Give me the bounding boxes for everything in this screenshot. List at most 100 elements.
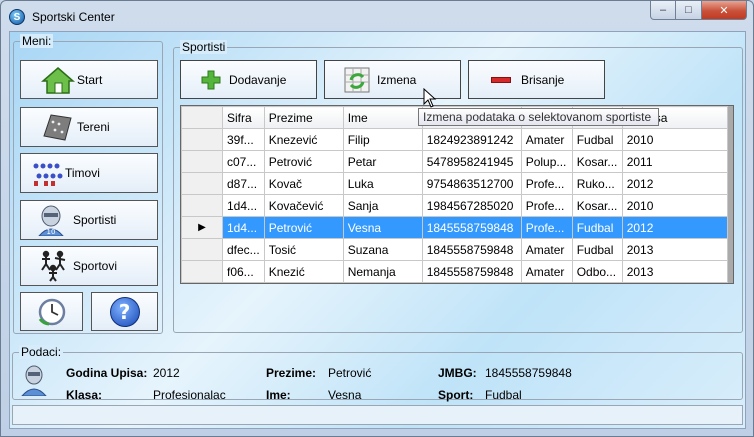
cell-sport[interactable]: Fudbal <box>571 128 623 151</box>
cell-jmbg[interactable]: 1845558759848 <box>421 216 522 239</box>
cell-jmbg[interactable]: 1984567285020 <box>421 194 522 217</box>
cell-prezime[interactable]: Kovačević <box>263 194 344 217</box>
cell-sport[interactable]: Kosar... <box>571 150 623 173</box>
menu-start-button[interactable]: Start <box>20 60 158 99</box>
cell-sport[interactable]: Fudbal <box>571 216 623 239</box>
cell-prezime[interactable]: Knezić <box>263 260 344 283</box>
cell-jmbg[interactable]: 1845558759848 <box>421 238 522 261</box>
app-icon[interactable]: S <box>9 9 25 25</box>
cell-klasa[interactable]: Profe... <box>520 194 573 217</box>
add-button-label: Dodavanje <box>229 72 287 87</box>
cell-sifra[interactable]: 39f... <box>222 128 265 151</box>
window-title: Sportski Center <box>32 10 115 24</box>
column-header[interactable]: Prezime <box>263 106 344 129</box>
cell-godina[interactable]: 2011 <box>621 150 728 173</box>
sportisti-group-label: Sportisti <box>180 40 228 54</box>
maximize-button[interactable]: □ <box>676 1 702 20</box>
status-bar <box>12 405 743 425</box>
cell-jmbg[interactable]: 5478958241945 <box>421 150 522 173</box>
cell-klasa[interactable]: Amater <box>520 128 573 151</box>
cell-sifra[interactable]: f06... <box>222 260 265 283</box>
cell-godina[interactable]: 2013 <box>621 238 728 261</box>
cell-ime[interactable]: Sanja <box>342 194 423 217</box>
cell-godina[interactable]: 2012 <box>621 172 728 195</box>
svg-text:10: 10 <box>47 228 56 236</box>
cell-ime[interactable]: Vesna <box>342 216 423 239</box>
cell-sport[interactable]: Kosar... <box>571 194 623 217</box>
column-header[interactable]: Ime <box>342 106 423 129</box>
cell-jmbg[interactable]: 1824923891242 <box>421 128 522 151</box>
cell-sifra[interactable]: 1d4... <box>222 194 265 217</box>
cell-klasa[interactable]: Profe... <box>520 172 573 195</box>
row-header[interactable] <box>181 128 223 151</box>
title-bar[interactable]: S Sportski Center – □ ✕ <box>1 1 753 31</box>
prezime-value: Petrović <box>328 366 372 380</box>
cell-prezime[interactable]: Petrović <box>263 216 344 239</box>
table-row[interactable]: 39f... Knezević Filip 1824923891242 Amat… <box>181 128 728 151</box>
row-header[interactable] <box>181 238 223 261</box>
column-header[interactable]: Sifra <box>222 106 265 129</box>
row-header[interactable] <box>181 150 223 173</box>
cell-klasa[interactable]: Polup... <box>520 150 573 173</box>
table-row[interactable]: 1d4... Kovačević Sanja 1984567285020 Pro… <box>181 194 728 217</box>
cell-sifra[interactable]: d87... <box>222 172 265 195</box>
sport-value: Fudbal <box>485 388 522 402</box>
cell-godina[interactable]: 2013 <box>621 260 728 283</box>
cell-klasa[interactable]: Profe... <box>520 216 573 239</box>
team-icon <box>33 163 63 186</box>
cell-godina[interactable]: 2010 <box>621 194 728 217</box>
cell-ime[interactable]: Nemanja <box>342 260 423 283</box>
cell-jmbg[interactable]: 9754863512700 <box>421 172 522 195</box>
delete-button[interactable]: Brisanje <box>468 60 605 99</box>
cell-prezime[interactable]: Petrović <box>263 150 344 173</box>
athletes-grid[interactable]: Sifra Prezime Ime a Upisa 39f... Knezevi… <box>180 105 734 284</box>
jmbg-label: JMBG: <box>438 366 477 380</box>
row-indicator-icon[interactable]: ▶ <box>181 216 223 239</box>
cell-prezime[interactable]: Knezević <box>263 128 344 151</box>
field-icon <box>43 114 72 141</box>
cell-sport[interactable]: Ruko... <box>571 172 623 195</box>
cell-jmbg[interactable]: 1845558759848 <box>421 260 522 283</box>
cell-sport[interactable]: Fudbal <box>571 238 623 261</box>
row-header[interactable] <box>181 172 223 195</box>
delete-button-label: Brisanje <box>521 72 565 87</box>
menu-sportisti-button[interactable]: 10 Sportisti <box>20 200 158 240</box>
cell-ime[interactable]: Filip <box>342 128 423 151</box>
cell-sifra[interactable]: 1d4... <box>222 216 265 239</box>
row-header[interactable] <box>181 260 223 283</box>
row-header[interactable] <box>181 194 223 217</box>
minimize-button[interactable]: – <box>650 1 676 20</box>
athlete-avatar-icon <box>21 365 47 396</box>
clock-button[interactable] <box>20 292 83 331</box>
cell-godina[interactable]: 2010 <box>621 128 728 151</box>
table-row[interactable]: c07... Petrović Petar 5478958241945 Polu… <box>181 150 728 173</box>
cell-sport[interactable]: Odbo... <box>571 260 623 283</box>
cell-ime[interactable]: Petar <box>342 150 423 173</box>
details-group-label: Podaci: <box>19 345 64 359</box>
cell-sifra[interactable]: dfec... <box>222 238 265 261</box>
cell-godina[interactable]: 2012 <box>621 216 728 239</box>
godina-upisa-value: 2012 <box>153 366 180 380</box>
edit-button[interactable]: Izmena <box>324 60 461 99</box>
godina-upisa-label: Godina Upisa: <box>66 366 148 380</box>
grid-corner <box>181 106 223 129</box>
klasa-label: Klasa: <box>66 388 103 402</box>
add-button[interactable]: Dodavanje <box>180 60 317 99</box>
cell-klasa[interactable]: Amater <box>520 260 573 283</box>
table-row[interactable]: d87... Kovač Luka 9754863512700 Profe...… <box>181 172 728 195</box>
cell-klasa[interactable]: Amater <box>520 238 573 261</box>
menu-timovi-button[interactable]: Timovi <box>20 153 158 193</box>
table-row[interactable]: f06... Knezić Nemanja 1845558759848 Amat… <box>181 260 728 283</box>
cell-sifra[interactable]: c07... <box>222 150 265 173</box>
cell-prezime[interactable]: Kovač <box>263 172 344 195</box>
menu-tereni-button[interactable]: Tereni <box>20 107 158 147</box>
close-button[interactable]: ✕ <box>702 1 747 20</box>
cell-ime[interactable]: Suzana <box>342 238 423 261</box>
menu-sportovi-button[interactable]: Sportovi <box>20 246 158 286</box>
table-row-selected[interactable]: ▶ 1d4... Petrović Vesna 1845558759848 Pr… <box>181 216 728 239</box>
cell-ime[interactable]: Luka <box>342 172 423 195</box>
table-row[interactable]: dfec... Tosić Suzana 1845558759848 Amate… <box>181 238 728 261</box>
client-area: Meni: Start Tereni Timovi 10 Sportisti S… <box>9 31 746 429</box>
help-button[interactable]: ? <box>91 292 158 331</box>
cell-prezime[interactable]: Tosić <box>263 238 344 261</box>
